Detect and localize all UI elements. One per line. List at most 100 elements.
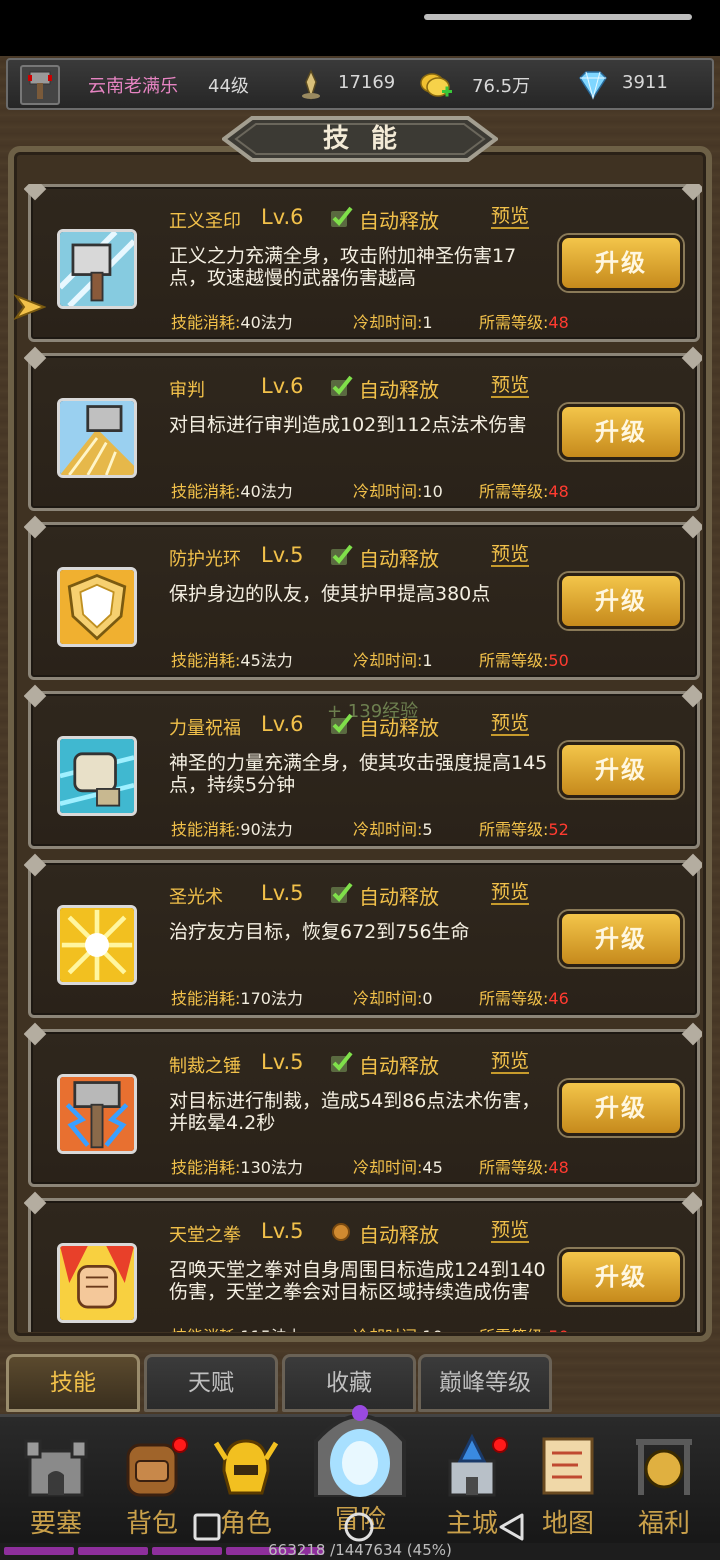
- preview-link[interactable]: 预览: [491, 1050, 530, 1074]
- skill-card[interactable]: 圣光术 Lv.5 自动释放 预览 治疗友方目标，恢复672到756生命 升级 技能消耗:17…: [24, 853, 702, 1018]
- auto-cast-checked-icon[interactable]: [329, 543, 353, 567]
- card-corner: [681, 1191, 702, 1215]
- player-level: 44级: [208, 76, 249, 97]
- heaven-fist-icon[interactable]: [57, 1243, 137, 1323]
- cooldown-value: 1: [422, 313, 433, 332]
- preview-link[interactable]: 预览: [491, 543, 530, 567]
- cooldown-value: 10: [422, 482, 443, 501]
- mana-cost: 技能消耗:130法力: [171, 1154, 303, 1178]
- skill-card[interactable]: 天堂之拳 Lv.5 自动释放 预览 召唤天堂之拳对自身周围目标造成124到140伤害，天…: [24, 1191, 702, 1332]
- judgement-hammer-icon[interactable]: [57, 398, 137, 478]
- auto-cast-label[interactable]: 自动释放: [359, 881, 439, 910]
- skill-card[interactable]: 制裁之锤 Lv.5 自动释放 预览 对目标进行制裁，造成54到86点法术伤害，并眩晕4.…: [24, 1022, 702, 1187]
- card-corner: [24, 1022, 47, 1046]
- required-level: 所需等级:48: [479, 478, 569, 502]
- auto-cast-checked-icon[interactable]: [329, 1050, 353, 1074]
- skill-card[interactable]: 防护光环 Lv.5 自动释放 预览 保护身边的队友，使其护甲提高380点 升级 技能消耗:4…: [24, 515, 702, 680]
- card-corner: [681, 684, 702, 708]
- skill-card[interactable]: 正义圣印 Lv.6 自动释放 预览 正义之力充满全身，攻击附加神圣伤害17点，攻速越慢的…: [24, 184, 702, 342]
- preview-link[interactable]: 预览: [491, 881, 530, 905]
- skill-panel: 正义圣印 Lv.6 自动释放 预览 正义之力充满全身，攻击附加神圣伤害17点，攻速越慢的…: [8, 146, 712, 1342]
- tab-1[interactable]: 天赋: [144, 1354, 278, 1412]
- card-corner: [24, 853, 47, 877]
- auto-cast-label[interactable]: 自动释放: [359, 543, 439, 572]
- sanction-hammer-icon[interactable]: [57, 1074, 137, 1154]
- home-icon[interactable]: [342, 1512, 376, 1546]
- skill-name: 审判: [169, 380, 205, 401]
- cooldown-label: 冷却时间:: [353, 651, 423, 670]
- skill-level: Lv.6: [261, 205, 304, 229]
- skill-level: Lv.5: [261, 1050, 304, 1074]
- card-corner: [24, 684, 47, 708]
- skill-description: 神圣的力量充满全身，使其攻击强度提高145点，持续5分钟: [169, 752, 548, 796]
- auto-cast-checked-icon[interactable]: [329, 205, 353, 229]
- cooldown-value: 0: [422, 989, 433, 1008]
- notch-pill: [424, 14, 692, 20]
- card-corner: [681, 853, 702, 877]
- skill-card[interactable]: 审判 Lv.6 自动释放 预览 对目标进行审判造成102到112点法术伤害 升级 技能消耗:…: [24, 346, 702, 511]
- required-level-value: 48: [548, 313, 569, 332]
- auto-cast-off-icon[interactable]: [329, 1219, 353, 1243]
- holy-light-icon[interactable]: [57, 905, 137, 985]
- recent-apps-icon[interactable]: [192, 1512, 222, 1542]
- hammer-seal-icon[interactable]: [57, 229, 137, 309]
- upgrade-button[interactable]: 升级: [559, 1080, 683, 1136]
- selection-arrow-icon: [14, 294, 46, 320]
- tab-3[interactable]: 巅峰等级: [418, 1354, 552, 1412]
- mana-cost-label: 技能消耗:: [171, 1327, 240, 1332]
- diamond-icon[interactable]: [574, 68, 612, 102]
- skill-name: 正义圣印: [169, 211, 241, 232]
- gong-icon: [636, 1439, 692, 1495]
- back-icon[interactable]: [496, 1512, 528, 1544]
- upgrade-button[interactable]: 升级: [559, 235, 683, 291]
- mana-cost-label: 技能消耗:: [171, 820, 241, 839]
- upgrade-button[interactable]: 升级: [559, 742, 683, 798]
- auto-cast-checked-icon[interactable]: [329, 881, 353, 905]
- required-level-label: 所需等级:: [479, 482, 549, 501]
- skill-list[interactable]: 正义圣印 Lv.6 自动释放 预览 正义之力充满全身，攻击附加神圣伤害17点，攻速越慢的…: [24, 184, 702, 1332]
- card-corner: [681, 515, 702, 539]
- upgrade-button[interactable]: 升级: [559, 1249, 683, 1305]
- card-corner: [681, 184, 702, 201]
- cooldown-label: 冷却时间:: [353, 1327, 422, 1332]
- auto-cast-label[interactable]: 自动释放: [359, 374, 439, 403]
- required-level: 所需等级:50: [479, 647, 569, 671]
- game-screen: 云南老满乐 44级 17169 76.5万 3911 正义圣印 Lv.6 自动释放预…: [0, 56, 720, 1560]
- required-level-label: 所需等级:: [479, 820, 549, 839]
- cooldown: 冷却时间:10: [353, 1323, 443, 1332]
- required-level-label: 所需等级:: [479, 313, 549, 332]
- class-hammer-icon[interactable]: [20, 65, 60, 105]
- fist-blessing-icon[interactable]: [57, 736, 137, 816]
- skill-level: Lv.6: [261, 374, 304, 398]
- auto-cast-label[interactable]: 自动释放: [359, 205, 439, 234]
- diamond-value: 3911: [622, 72, 668, 93]
- preview-link[interactable]: 预览: [491, 205, 530, 229]
- cooldown-label: 冷却时间:: [353, 820, 423, 839]
- tab-0[interactable]: 技能: [6, 1354, 140, 1412]
- skill-card[interactable]: 力量祝福 Lv.6 自动释放 预览 神圣的力量充满全身，使其攻击强度提高145点，持续5…: [24, 684, 702, 849]
- cooldown-label: 冷却时间:: [353, 313, 423, 332]
- notification-dot: [492, 1437, 508, 1453]
- upgrade-button[interactable]: 升级: [559, 911, 683, 967]
- preview-link[interactable]: 预览: [491, 712, 530, 736]
- skill-level: Lv.5: [261, 543, 304, 567]
- cooldown: 冷却时间:1: [353, 309, 433, 333]
- auto-cast-label[interactable]: 自动释放: [359, 1050, 439, 1079]
- upgrade-button[interactable]: 升级: [559, 573, 683, 629]
- auto-cast-checked-icon[interactable]: [329, 374, 353, 398]
- preview-link[interactable]: 预览: [491, 374, 530, 398]
- skill-level: Lv.5: [261, 1219, 304, 1243]
- card-corner: [681, 1022, 702, 1046]
- mana-cost-value: 130法力: [240, 1158, 303, 1177]
- map-scroll-icon: [542, 1437, 594, 1495]
- required-level: 所需等级:48: [479, 309, 569, 333]
- upgrade-button[interactable]: 升级: [559, 404, 683, 460]
- required-level: 所需等级:52: [479, 816, 569, 840]
- shield-aura-icon[interactable]: [57, 567, 137, 647]
- auto-cast-label[interactable]: 自动释放: [359, 1219, 439, 1248]
- mana-cost-label: 技能消耗:: [171, 313, 241, 332]
- preview-link[interactable]: 预览: [491, 1219, 530, 1243]
- gold-coins-icon[interactable]: [418, 68, 452, 102]
- mana-cost: 技能消耗:90法力: [171, 816, 293, 840]
- mana-cost-label: 技能消耗:: [171, 989, 241, 1008]
